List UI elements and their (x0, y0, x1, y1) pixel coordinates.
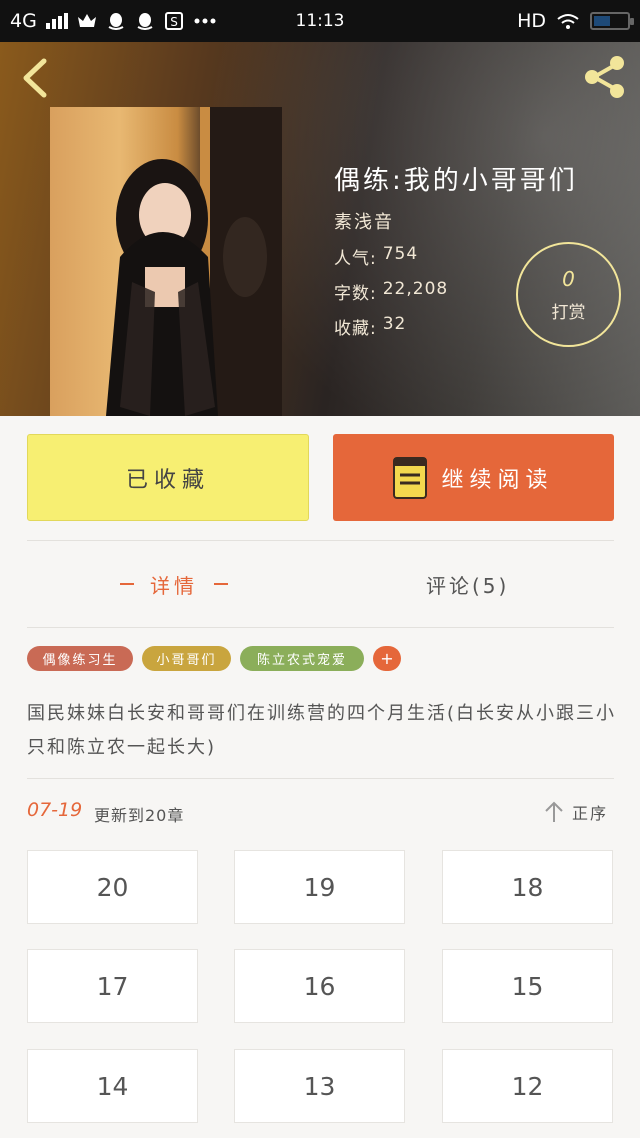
tip-button[interactable]: 0 打赏 (516, 242, 621, 347)
status-bar: 4G S 11:13 HD (0, 0, 640, 42)
back-button[interactable] (14, 56, 56, 100)
battery-icon (590, 12, 634, 30)
divider (27, 778, 614, 779)
popularity-value: 754 (382, 244, 419, 264)
network-type: 4G (10, 10, 37, 32)
favorites-label: 收藏: (334, 319, 377, 339)
chapter-button[interactable]: 16 (234, 949, 405, 1023)
word-count-value: 22,208 (382, 279, 449, 299)
favorited-label: 已收藏 (125, 467, 210, 493)
tip-count: 0 (562, 267, 575, 291)
book-author: 素浅音 (334, 212, 394, 233)
popularity-row: 人气: 754 (334, 244, 418, 269)
share-icon[interactable] (580, 52, 630, 102)
tip-label: 打赏 (551, 303, 586, 323)
favorites-value: 32 (382, 314, 407, 334)
book-header: 偶练:我的小哥哥们 素浅音 人气: 754 字数: 22,208 收藏: 32 … (0, 42, 640, 416)
divider (27, 627, 614, 628)
wifi-icon (557, 14, 579, 29)
tab-comments-label: 评论(5) (426, 573, 510, 598)
chapter-button[interactable]: 15 (442, 949, 613, 1023)
chapter-button[interactable]: 17 (27, 949, 198, 1023)
hd-indicator: HD (517, 10, 546, 32)
word-count-row: 字数: 22,208 (334, 279, 448, 304)
tab-details[interactable]: 详情 (120, 562, 228, 606)
book-icon (393, 456, 428, 499)
crown-icon (77, 14, 96, 27)
chevron-left-icon (23, 58, 47, 98)
book-description: 国民妹妹白长安和哥哥们在训练营的四个月生活(白长安从小跟三小只和陈立农一起长大) (27, 703, 617, 758)
more-dots-icon (194, 18, 216, 24)
popularity-label: 人气: (334, 249, 377, 269)
word-count-label: 字数: (334, 284, 377, 304)
continue-reading-label: 继续阅读 (441, 467, 554, 493)
chapter-button[interactable]: 18 (442, 850, 613, 924)
tab-comments[interactable]: 评论(5) (426, 562, 509, 606)
chapter-button[interactable]: 13 (234, 1049, 405, 1123)
tag-chip[interactable]: 陈立农式宠爱 (240, 646, 364, 671)
add-tag-button[interactable]: + (373, 646, 401, 671)
favorited-button[interactable]: 已收藏 (27, 434, 309, 521)
chapter-button[interactable]: 20 (27, 850, 198, 924)
sort-order-button[interactable]: 正序 (544, 800, 608, 824)
signal-icon (45, 13, 68, 29)
chapter-button[interactable]: 14 (27, 1049, 198, 1123)
favorites-row: 收藏: 32 (334, 314, 406, 339)
update-date: 07-19 (27, 799, 83, 821)
chapter-button[interactable]: 19 (234, 850, 405, 924)
chapter-button[interactable]: 12 (442, 1049, 613, 1123)
book-title: 偶练:我的小哥哥们 (334, 166, 578, 196)
book-cover-image (50, 107, 282, 416)
divider (27, 540, 614, 541)
qq-icon (108, 13, 124, 30)
tag-chip[interactable]: 偶像练习生 (27, 646, 133, 671)
qq-icon (137, 13, 153, 30)
svg-text:S: S (170, 15, 178, 29)
tab-details-label: 详情 (150, 573, 198, 598)
arrow-up-icon (545, 801, 563, 822)
s-app-icon: S (164, 12, 183, 30)
continue-reading-button[interactable]: 继续阅读 (333, 434, 614, 521)
sort-order-label: 正序 (572, 804, 609, 823)
update-status: 更新到20章 (94, 806, 185, 825)
tag-chip[interactable]: 小哥哥们 (142, 646, 231, 671)
